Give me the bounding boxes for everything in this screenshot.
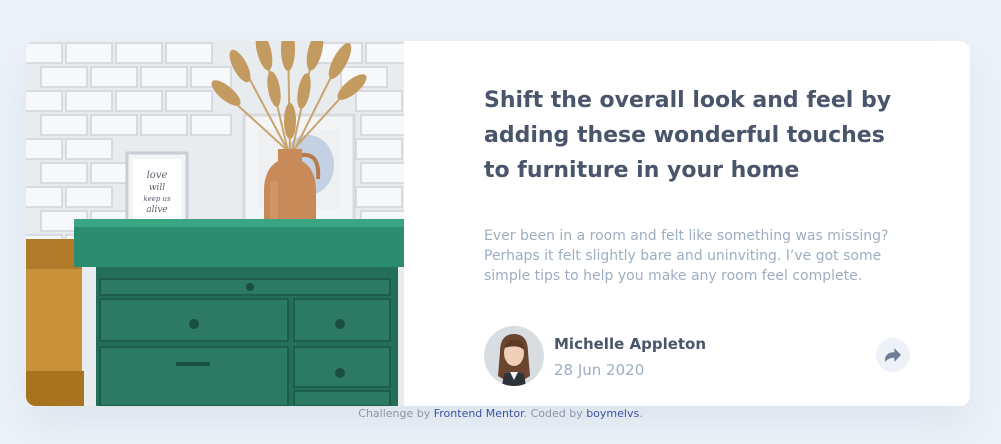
page: love will keep us alive Shift the overal…	[0, 0, 1001, 444]
author-link[interactable]: boymelvs	[586, 407, 639, 420]
frame-quote-line: will	[149, 183, 165, 193]
article-content: Shift the overall look and feel by addin…	[484, 41, 924, 406]
frame-quote-line: love	[147, 170, 168, 181]
article-excerpt: Ever been in a room and felt like someth…	[484, 228, 889, 284]
article-headline: Shift the overall look and feel by addin…	[484, 88, 892, 183]
author-avatar	[484, 326, 544, 386]
drawers-photo: love will keep us alive	[26, 41, 404, 406]
share-button[interactable]	[876, 338, 910, 372]
frontend-mentor-link[interactable]: Frontend Mentor	[434, 407, 524, 420]
attribution-suffix: .	[639, 407, 643, 420]
avatar-photo	[484, 326, 544, 386]
frame-quote-line: keep us	[143, 195, 171, 203]
post-date: 28 Jun 2020	[554, 361, 645, 379]
share-icon	[885, 348, 901, 362]
attribution-middle: . Coded by	[523, 407, 583, 420]
attribution: Challenge by Frontend Mentor. Coded by b…	[0, 407, 1001, 420]
attribution-prefix: Challenge by	[358, 407, 431, 420]
author-section: Michelle Appleton 28 Jun 2020	[484, 326, 914, 386]
frame-quote-line: alive	[146, 205, 168, 215]
article-card: love will keep us alive Shift the overal…	[26, 41, 970, 406]
author-name: Michelle Appleton	[554, 335, 707, 353]
article-image: love will keep us alive	[26, 41, 404, 406]
